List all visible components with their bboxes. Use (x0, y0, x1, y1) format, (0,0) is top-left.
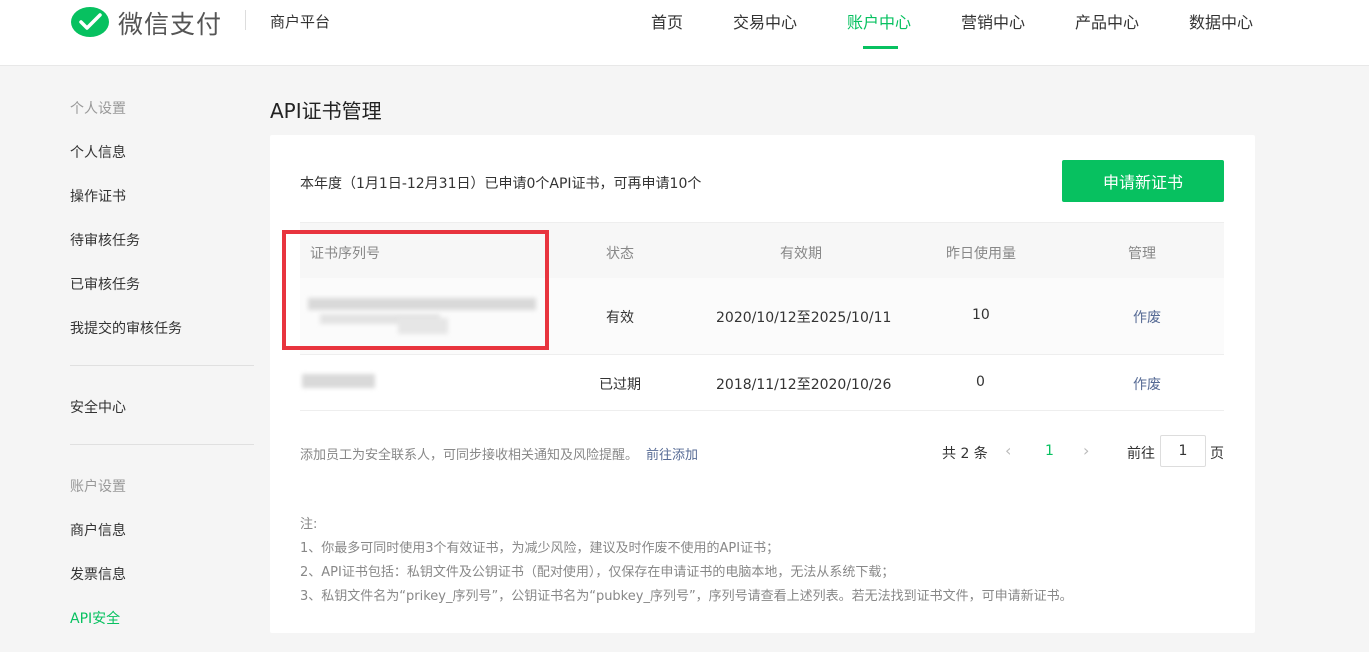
notes-title: 注: (300, 517, 318, 532)
nav-marketing-center[interactable]: 营销中心 (961, 9, 1025, 33)
note-item: 2、API证书包括：私钥文件及公钥证书（配对使用），仅保存在申请证书的电脑本地，… (300, 565, 895, 580)
revoke-link[interactable]: 作废 (1133, 307, 1161, 327)
pager-goto-label: 前往 (1127, 446, 1155, 462)
pager-total: 共 2 条 (942, 446, 988, 462)
main-nav: 首页 交易中心 账户中心 营销中心 产品中心 数据中心 (0, 9, 1369, 49)
note-item: 3、私钥文件名为“prikey_序列号”，公钥证书名为“pubkey_序列号”，… (300, 589, 1073, 604)
pagination: 共 2 条 ‹ 1 › 前往 页 (942, 435, 1242, 469)
cert-card: 本年度（1月1日-12月31日）已申请0个API证书，可再申请10个 申请新证书… (270, 135, 1255, 633)
nav-data-center[interactable]: 数据中心 (1189, 9, 1253, 33)
nav-account-center[interactable]: 账户中心 (847, 9, 911, 33)
sidebar-group-personal-settings: 个人设置 (70, 101, 126, 117)
go-add-link[interactable]: 前往添加 (646, 448, 698, 463)
sidebar-item-api-security[interactable]: API安全 (70, 608, 120, 628)
sidebar-item-operation-cert[interactable]: 操作证书 (70, 186, 126, 206)
header-manage: 管理 (1128, 246, 1156, 262)
sidebar-divider (70, 444, 254, 445)
pager-page-1[interactable]: 1 (1045, 443, 1054, 459)
quota-text: 本年度（1月1日-12月31日）已申请0个API证书，可再申请10个 (300, 176, 702, 192)
revoke-link[interactable]: 作废 (1133, 374, 1161, 394)
apply-new-cert-button[interactable]: 申请新证书 (1062, 160, 1224, 202)
sidebar-item-personal-info[interactable]: 个人信息 (70, 142, 126, 162)
top-header: 微信支付 商户平台 首页 交易中心 账户中心 营销中心 产品中心 数据中心 (0, 0, 1369, 66)
usage-count: 0 (976, 374, 985, 390)
serial-redacted (302, 374, 375, 388)
note-item: 1、你最多可同时使用3个有效证书，为减少风险，建议及时作废不使用的API证书； (300, 541, 780, 556)
pager-goto-input[interactable] (1160, 435, 1206, 467)
table-row: 已过期 2018/11/12至2020/10/26 0 作废 (300, 355, 1224, 411)
nav-active-indicator (863, 46, 898, 49)
sidebar-group-account-settings: 账户设置 (70, 479, 126, 495)
validity-period: 2020/10/12至2025/10/11 (716, 310, 892, 326)
sidebar-item-merchant-info[interactable]: 商户信息 (70, 520, 126, 540)
nav-home[interactable]: 首页 (651, 9, 683, 33)
validity-period: 2018/11/12至2020/10/26 (716, 377, 892, 393)
nav-trade-center[interactable]: 交易中心 (733, 9, 797, 33)
sidebar-item-reviewed[interactable]: 已审核任务 (70, 274, 140, 294)
page-title: API证书管理 (270, 99, 382, 123)
header-validity: 有效期 (780, 246, 822, 262)
sidebar-item-my-submitted[interactable]: 我提交的审核任务 (70, 318, 182, 338)
security-contact-tip: 添加员工为安全联系人，可同步接收相关通知及风险提醒。 前往添加 (300, 444, 698, 463)
tip-text: 添加员工为安全联系人，可同步接收相关通知及风险提醒。 (300, 448, 639, 463)
pager-unit-label: 页 (1210, 446, 1224, 462)
header-status: 状态 (606, 246, 634, 262)
header-usage: 昨日使用量 (946, 246, 1016, 262)
sidebar-divider (70, 365, 254, 366)
sidebar-item-security-center[interactable]: 安全中心 (70, 397, 126, 417)
annotation-highlight-box (282, 230, 549, 350)
status-valid: 有效 (606, 310, 634, 326)
nav-product-center[interactable]: 产品中心 (1075, 9, 1139, 33)
sidebar-item-pending-review[interactable]: 待审核任务 (70, 230, 140, 250)
sidebar-item-invoice-info[interactable]: 发票信息 (70, 564, 126, 584)
usage-count: 10 (972, 307, 990, 323)
notes-section: 注: 1、你最多可同时使用3个有效证书，为减少风险，建议及时作废不使用的API证… (300, 513, 1220, 609)
status-expired: 已过期 (599, 377, 641, 393)
pager-next-icon[interactable]: › (1083, 441, 1089, 460)
pager-prev-icon[interactable]: ‹ (1005, 441, 1011, 460)
